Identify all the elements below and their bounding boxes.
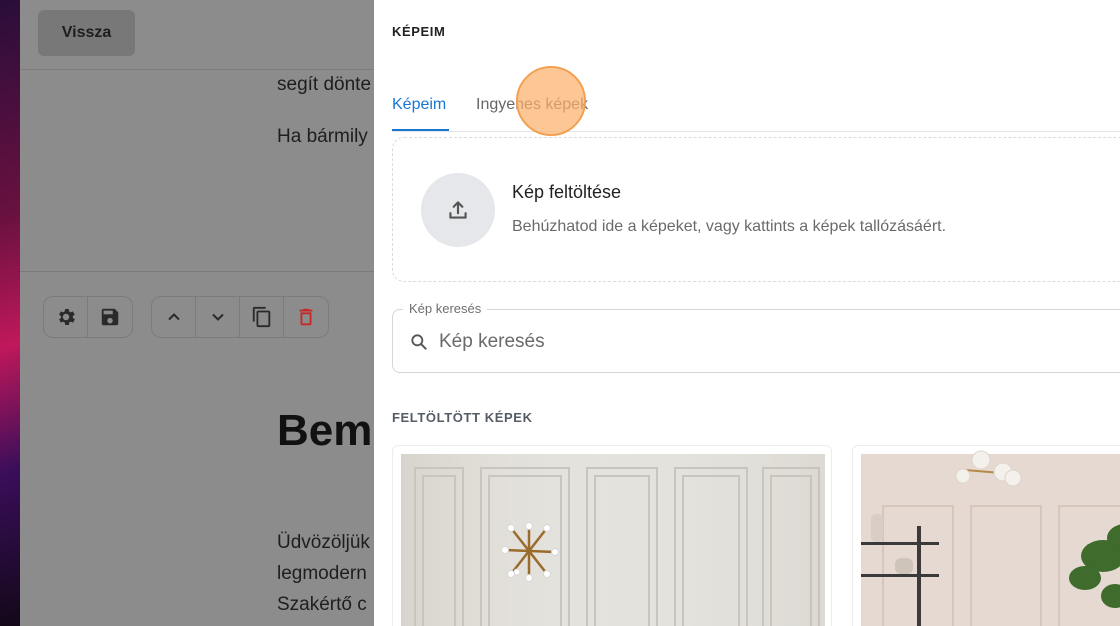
editor-paragraph-line: Szakértő c	[277, 594, 367, 615]
desktop-background	[0, 0, 20, 626]
active-tab-indicator	[392, 129, 449, 131]
block-settings-group	[43, 296, 133, 338]
editor-text-line: segít dönte	[277, 74, 372, 95]
upload-description: Behúzhatod ide a képeket, vagy kattints …	[512, 218, 947, 235]
uploaded-images-heading: FELTÖLTÖTT KÉPEK	[392, 410, 533, 425]
editor-divider	[20, 271, 374, 272]
tabs-divider	[392, 131, 1120, 132]
editor-paragraph-line: legmodern	[277, 563, 367, 584]
editor-topbar: Vissza	[20, 0, 374, 70]
image-thumbnail[interactable]	[852, 445, 1120, 626]
search-input[interactable]	[439, 328, 1039, 356]
editor-heading: Bemu	[277, 406, 374, 455]
upload-dropzone[interactable]: Kép feltöltése Behúzhatod ide a képeket,…	[392, 137, 1120, 282]
tab-my-images[interactable]: Képeim	[392, 96, 446, 114]
images-dialog: KÉPEIM Képeim Ingyenes képek Kép feltölt…	[374, 0, 1120, 626]
editor-background: Vissza segít dönte Ha bármily Bemu Üdvöz…	[20, 0, 374, 626]
copy-icon[interactable]	[240, 297, 284, 337]
chevron-down-icon[interactable]	[196, 297, 240, 337]
dialog-title: KÉPEIM	[392, 24, 446, 39]
search-field-label: Kép keresés	[403, 301, 488, 316]
editor-paragraph-line: Üdvözöljük	[277, 532, 370, 553]
editor-text-line: Ha bármily	[277, 126, 368, 147]
delete-icon[interactable]	[284, 297, 328, 337]
chevron-up-icon[interactable]	[152, 297, 196, 337]
gear-icon[interactable]	[44, 297, 88, 337]
upload-icon[interactable]	[421, 173, 495, 247]
block-actions-group	[151, 296, 329, 338]
image-thumbnail[interactable]	[392, 445, 832, 626]
image-search-field: Kép keresés	[392, 301, 1120, 373]
save-icon[interactable]	[88, 297, 132, 337]
search-icon	[409, 332, 429, 357]
upload-title: Kép feltöltése	[512, 182, 622, 202]
back-button[interactable]: Vissza	[38, 10, 135, 56]
click-indicator	[516, 66, 586, 136]
